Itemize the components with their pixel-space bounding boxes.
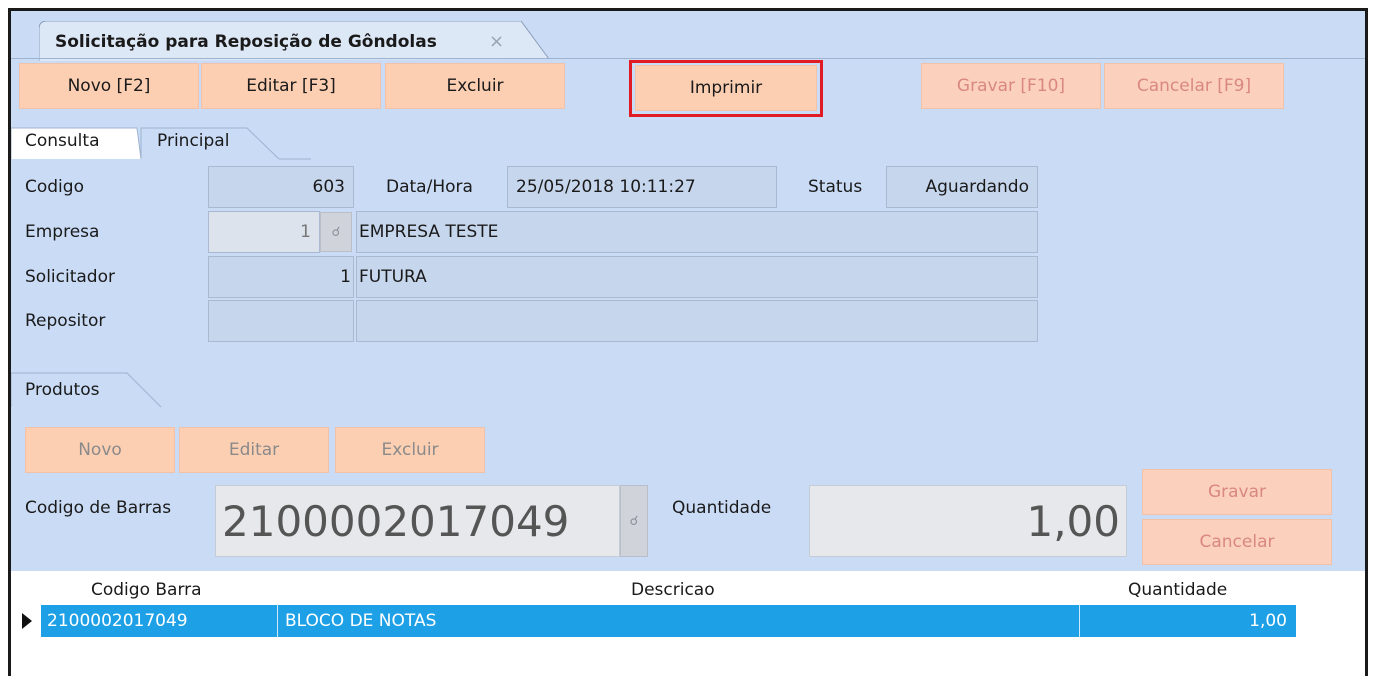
close-icon[interactable]: × bbox=[489, 31, 504, 52]
excluir-button[interactable]: Excluir bbox=[385, 63, 565, 109]
tab-divider bbox=[11, 58, 1365, 59]
empresa-label: Empresa bbox=[25, 222, 100, 242]
tab-principal[interactable]: Principal bbox=[147, 127, 239, 159]
novo-button[interactable]: Novo [F2] bbox=[19, 63, 199, 109]
produto-novo-button[interactable]: Novo bbox=[25, 427, 175, 473]
solicitador-label: Solicitador bbox=[25, 267, 115, 287]
sub-tabs: Consulta Principal bbox=[11, 119, 1365, 160]
quantidade-label: Quantidade bbox=[672, 498, 772, 518]
window-frame: Solicitação para Reposição de Gôndolas ×… bbox=[8, 8, 1368, 676]
codigo-field[interactable]: 603 bbox=[208, 166, 354, 208]
grid-header: Codigo Barra Descricao Quantidade bbox=[11, 574, 1296, 604]
datahora-label: Data/Hora bbox=[386, 177, 473, 197]
produto-editar-button[interactable]: Editar bbox=[179, 427, 329, 473]
column-separator bbox=[277, 605, 278, 637]
repositor-name-field[interactable] bbox=[356, 300, 1038, 342]
column-separator bbox=[1079, 605, 1080, 637]
repositor-code-field[interactable] bbox=[208, 300, 354, 342]
document-tab-title: Solicitação para Reposição de Gôndolas bbox=[55, 32, 437, 52]
status-label: Status bbox=[808, 177, 863, 197]
search-icon-barcode[interactable]: ☌ bbox=[620, 485, 648, 557]
codigo-label: Codigo bbox=[25, 177, 84, 197]
repositor-label: Repositor bbox=[25, 311, 106, 331]
status-field[interactable]: Aguardando bbox=[886, 166, 1038, 208]
produtos-tab-shape bbox=[11, 372, 162, 408]
codigo-barras-field[interactable]: 2100002017049 bbox=[215, 485, 620, 557]
solicitador-code-field[interactable]: 1 bbox=[208, 256, 354, 298]
produto-excluir-button[interactable]: Excluir bbox=[335, 427, 485, 473]
cell-descricao: BLOCO DE NOTAS bbox=[285, 611, 437, 631]
search-icon[interactable]: ☌ bbox=[320, 212, 352, 252]
column-codigo-barra[interactable]: Codigo Barra bbox=[91, 580, 202, 600]
cell-quantidade: 1,00 bbox=[1249, 611, 1287, 631]
column-descricao[interactable]: Descricao bbox=[631, 580, 715, 600]
produto-gravar-button[interactable]: Gravar bbox=[1142, 469, 1332, 515]
quantidade-field[interactable]: 1,00 bbox=[809, 485, 1127, 557]
table-row[interactable]: 2100002017049 BLOCO DE NOTAS 1,00 bbox=[41, 605, 1296, 637]
datahora-field[interactable]: 25/05/2018 10:11:27 bbox=[507, 166, 777, 208]
empresa-name-field[interactable]: EMPRESA TESTE bbox=[356, 211, 1038, 253]
produtos-tab-label[interactable]: Produtos bbox=[25, 380, 99, 400]
codigo-barras-label: Codigo de Barras bbox=[25, 498, 172, 518]
cancelar-button[interactable]: Cancelar [F9] bbox=[1104, 63, 1284, 109]
empresa-code-field[interactable]: 1 bbox=[208, 211, 320, 253]
produto-cancelar-button[interactable]: Cancelar bbox=[1142, 519, 1332, 565]
row-pointer-icon bbox=[22, 613, 32, 629]
imprimir-highlight bbox=[629, 60, 823, 117]
tab-consulta[interactable]: Consulta bbox=[15, 127, 109, 159]
solicitador-name-field[interactable]: FUTURA bbox=[356, 256, 1038, 298]
document-tab[interactable]: Solicitação para Reposição de Gôndolas × bbox=[39, 21, 550, 61]
cell-codigo: 2100002017049 bbox=[47, 611, 188, 631]
column-quantidade[interactable]: Quantidade bbox=[1128, 580, 1227, 600]
gravar-button[interactable]: Gravar [F10] bbox=[921, 63, 1101, 109]
editar-button[interactable]: Editar [F3] bbox=[201, 63, 381, 109]
